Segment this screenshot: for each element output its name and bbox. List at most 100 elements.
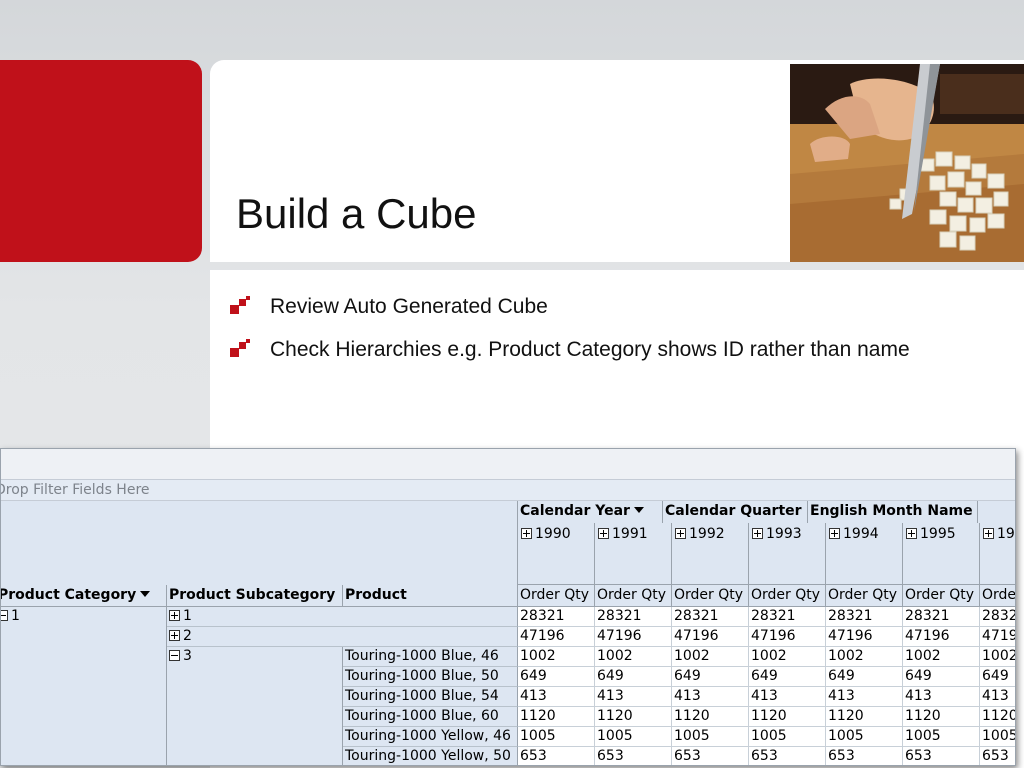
data-cell[interactable]: 47196 (980, 627, 1015, 647)
expand-icon[interactable] (752, 528, 763, 539)
data-cell[interactable]: 1120 (826, 707, 903, 727)
data-cell[interactable]: 413 (826, 687, 903, 707)
subcategory-label: 3 (183, 648, 192, 664)
data-cell[interactable]: 649 (749, 667, 826, 687)
data-cell[interactable]: 649 (980, 667, 1015, 687)
data-cell[interactable]: 413 (980, 687, 1015, 707)
data-cell[interactable]: 47196 (672, 627, 749, 647)
data-cell[interactable]: 653 (749, 747, 826, 765)
data-cell[interactable]: 1005 (903, 727, 980, 747)
year-header[interactable]: 1996 (980, 523, 1015, 585)
subcategory-cell[interactable]: 3 (167, 647, 343, 765)
data-cell[interactable]: 1002 (672, 647, 749, 667)
data-cell[interactable]: 28321 (749, 607, 826, 627)
year-header[interactable]: 1991 (595, 523, 672, 585)
product-cell[interactable]: Touring-1000 Blue, 54 (343, 687, 518, 707)
data-cell[interactable]: 28321 (595, 607, 672, 627)
measure-header: Order Qty (672, 585, 749, 607)
data-cell[interactable]: 653 (595, 747, 672, 765)
data-cell[interactable]: 47196 (749, 627, 826, 647)
year-header[interactable]: 1995 (903, 523, 980, 585)
expand-icon[interactable] (598, 528, 609, 539)
data-cell[interactable]: 1005 (518, 727, 595, 747)
data-cell[interactable]: 413 (672, 687, 749, 707)
data-cell[interactable]: 653 (903, 747, 980, 765)
data-cell[interactable]: 47196 (595, 627, 672, 647)
data-cell[interactable]: 649 (826, 667, 903, 687)
data-cell[interactable]: 1005 (749, 727, 826, 747)
data-cell[interactable]: 653 (672, 747, 749, 765)
data-cell[interactable]: 653 (518, 747, 595, 765)
data-cell[interactable]: 1120 (749, 707, 826, 727)
category-cell[interactable]: 1 (1, 607, 167, 765)
filter-drop-zone[interactable]: Drop Filter Fields Here (1, 479, 1015, 501)
data-cell[interactable]: 649 (595, 667, 672, 687)
data-cell[interactable]: 1005 (826, 727, 903, 747)
dropdown-arrow-icon[interactable] (633, 507, 644, 513)
expand-icon[interactable] (829, 528, 840, 539)
measure-header: Order Qty (518, 585, 595, 607)
data-cell[interactable]: 1120 (672, 707, 749, 727)
data-cell[interactable]: 1005 (672, 727, 749, 747)
expand-icon[interactable] (521, 528, 532, 539)
product-cell[interactable]: Touring-1000 Yellow, 50 (343, 747, 518, 765)
data-cell[interactable]: 1005 (595, 727, 672, 747)
year-header[interactable]: 1992 (672, 523, 749, 585)
data-cell[interactable]: 1002 (749, 647, 826, 667)
data-cell[interactable]: 1002 (826, 647, 903, 667)
data-cell[interactable]: 1002 (595, 647, 672, 667)
data-cell[interactable]: 413 (903, 687, 980, 707)
expand-icon[interactable] (675, 528, 686, 539)
row-field-product-category[interactable]: Product Category (1, 585, 167, 607)
column-field-calendar-quarter[interactable]: Calendar Quarter (663, 501, 808, 523)
category-label: 1 (11, 608, 20, 624)
data-cell[interactable]: 28321 (518, 607, 595, 627)
data-cell[interactable]: 413 (749, 687, 826, 707)
year-header[interactable]: 1994 (826, 523, 903, 585)
expand-icon[interactable] (169, 630, 180, 641)
collapse-icon[interactable] (169, 650, 180, 661)
dropdown-arrow-icon[interactable] (140, 591, 151, 597)
expand-icon[interactable] (983, 528, 994, 539)
data-cell[interactable]: 653 (980, 747, 1015, 765)
data-cell[interactable]: 1002 (518, 647, 595, 667)
data-cell[interactable]: 653 (826, 747, 903, 765)
data-cell[interactable]: 1120 (903, 707, 980, 727)
data-cell[interactable]: 47196 (826, 627, 903, 647)
data-cell[interactable]: 649 (518, 667, 595, 687)
product-cell[interactable]: Touring-1000 Yellow, 46 (343, 727, 518, 747)
data-cell[interactable]: 413 (595, 687, 672, 707)
column-field-calendar-year[interactable]: Calendar Year (518, 501, 663, 523)
year-header[interactable]: 1990 (518, 523, 595, 585)
data-cell[interactable]: 649 (903, 667, 980, 687)
column-field-month-name[interactable]: English Month Name (808, 501, 978, 523)
measure-header: Order Qty (826, 585, 903, 607)
data-cell[interactable]: 1120 (518, 707, 595, 727)
data-cell[interactable]: 47196 (518, 627, 595, 647)
subcategory-cell[interactable]: 2 (167, 627, 518, 647)
row-field-product-subcategory[interactable]: Product Subcategory (167, 585, 343, 607)
data-cell[interactable]: 47196 (903, 627, 980, 647)
data-cell[interactable]: 1005 (980, 727, 1015, 747)
data-cell[interactable]: 1120 (980, 707, 1015, 727)
column-field-label: Calendar Year (520, 503, 630, 519)
data-cell[interactable]: 413 (518, 687, 595, 707)
data-cell[interactable]: 28321 (672, 607, 749, 627)
collapse-icon[interactable] (1, 610, 8, 621)
expand-icon[interactable] (169, 610, 180, 621)
data-cell[interactable]: 1002 (980, 647, 1015, 667)
product-cell[interactable]: Touring-1000 Blue, 60 (343, 707, 518, 727)
subcategory-cell[interactable]: 1 (167, 607, 518, 627)
bullet-item: Review Auto Generated Cube (230, 292, 960, 321)
year-header[interactable]: 1993 (749, 523, 826, 585)
row-field-product[interactable]: Product (343, 585, 518, 607)
data-cell[interactable]: 649 (672, 667, 749, 687)
data-cell[interactable]: 28321 (826, 607, 903, 627)
expand-icon[interactable] (906, 528, 917, 539)
product-cell[interactable]: Touring-1000 Blue, 46 (343, 647, 518, 667)
data-cell[interactable]: 28321 (903, 607, 980, 627)
data-cell[interactable]: 28321 (980, 607, 1015, 627)
data-cell[interactable]: 1002 (903, 647, 980, 667)
data-cell[interactable]: 1120 (595, 707, 672, 727)
product-cell[interactable]: Touring-1000 Blue, 50 (343, 667, 518, 687)
